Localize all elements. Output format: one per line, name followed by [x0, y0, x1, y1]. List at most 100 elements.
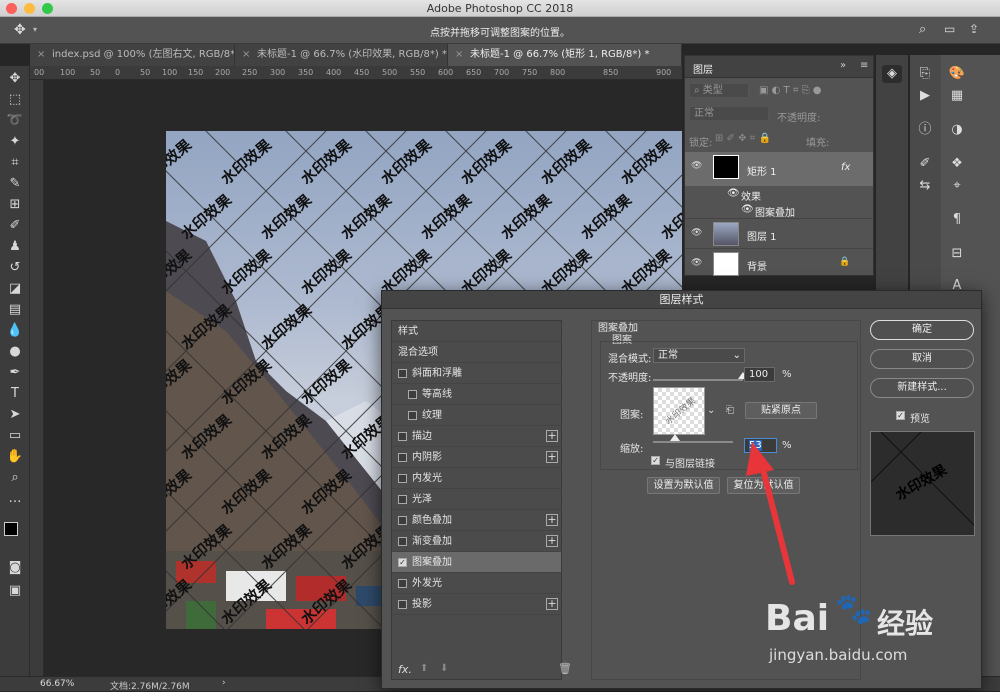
stamp-tool-icon[interactable]: ♟: [5, 238, 25, 256]
style-checkbox[interactable]: [408, 390, 417, 399]
info-icon[interactable]: ⓘ: [915, 121, 935, 139]
brush-presets-icon[interactable]: ⇆: [915, 177, 935, 195]
history-icon[interactable]: ⎘: [915, 65, 935, 83]
style-item[interactable]: 描边 +: [392, 426, 561, 447]
style-checkbox[interactable]: [398, 474, 407, 483]
opacity-slider-track[interactable]: [653, 379, 743, 381]
collapse-icon[interactable]: »: [840, 60, 846, 71]
visibility-eye-icon[interactable]: 👁: [691, 228, 702, 238]
healing-brush-icon[interactable]: ⊞: [5, 196, 25, 214]
more-tools-icon[interactable]: …: [5, 490, 25, 508]
move-up-icon[interactable]: ⬆: [420, 663, 428, 674]
style-item[interactable]: 等高线: [392, 384, 561, 405]
new-preset-icon[interactable]: ⎗: [726, 405, 734, 416]
effects-eye-icon[interactable]: 👁: [727, 188, 740, 199]
paragraph-icon[interactable]: ¶: [947, 211, 967, 229]
style-item[interactable]: 混合选项: [392, 342, 561, 363]
history-brush-icon[interactable]: ↺: [5, 259, 25, 277]
magic-wand-icon[interactable]: ✦: [5, 133, 25, 151]
style-item[interactable]: 内阴影 +: [392, 447, 561, 468]
adjustments-icon[interactable]: ◑: [947, 121, 967, 139]
style-item[interactable]: 颜色叠加 +: [392, 510, 561, 531]
link-with-layer-checkbox[interactable]: ✓: [651, 456, 660, 465]
brush-settings-icon[interactable]: ✐: [915, 155, 935, 173]
zoom-level[interactable]: 66.67%: [40, 679, 74, 689]
preview-checkbox[interactable]: ✓: [896, 411, 905, 420]
blend-mode-select[interactable]: 正常 ⌄: [653, 348, 745, 363]
visibility-eye-icon[interactable]: 👁: [691, 161, 702, 171]
fx-menu-icon[interactable]: fx.: [398, 663, 412, 676]
layer-filter-select[interactable]: ⌕ 类型: [689, 83, 749, 98]
style-item[interactable]: 内发光: [392, 468, 561, 489]
style-checkbox[interactable]: [408, 411, 417, 420]
add-style-icon[interactable]: +: [546, 451, 558, 463]
layer-effects-row[interactable]: 👁 效果: [685, 186, 873, 203]
layers-panel-title[interactable]: 图层: [693, 61, 713, 76]
fx-icon[interactable]: fx: [841, 162, 850, 173]
style-checkbox[interactable]: [398, 516, 407, 525]
dodge-tool-icon[interactable]: ●: [5, 343, 25, 361]
crop-tool-icon[interactable]: ⌗: [5, 154, 25, 172]
scale-input[interactable]: 53: [744, 438, 777, 453]
status-arrow-icon[interactable]: ›: [222, 678, 226, 688]
styles-icon[interactable]: ❖: [947, 155, 967, 173]
layer-blend-mode-select[interactable]: 正常: [689, 106, 769, 121]
eyedropper-icon[interactable]: ✎: [5, 175, 25, 193]
hand-tool-icon[interactable]: ✋: [5, 448, 25, 466]
ruler-vertical[interactable]: [30, 80, 44, 676]
pen-tool-icon[interactable]: ✒: [5, 364, 25, 382]
marquee-tool-icon[interactable]: ⬚: [5, 91, 25, 109]
close-icon[interactable]: ×: [242, 44, 250, 66]
add-style-icon[interactable]: +: [546, 598, 558, 610]
layers-panel-icon[interactable]: ◈: [882, 65, 902, 83]
search-icon[interactable]: ⌕: [919, 22, 926, 37]
pattern-eye-icon[interactable]: 👁: [741, 204, 754, 215]
eraser-tool-icon[interactable]: ◪: [5, 280, 25, 298]
visibility-eye-icon[interactable]: 👁: [691, 258, 702, 268]
layer-pattern-overlay-row[interactable]: 👁 图案叠加: [685, 202, 873, 219]
trash-icon[interactable]: 🗑: [558, 662, 572, 675]
lasso-tool-icon[interactable]: ➰: [5, 112, 25, 130]
filter-icons[interactable]: ▣ ◐ T ⌗ ⎘ ●: [759, 85, 822, 96]
quick-mask-icon[interactable]: ◙: [5, 559, 25, 577]
share-icon[interactable]: ⇪: [969, 22, 979, 36]
style-item[interactable]: 样式: [392, 321, 561, 342]
tab-index-psd[interactable]: × index.psd @ 100% (左图右文, RGB/8*): [30, 44, 235, 66]
style-checkbox[interactable]: [398, 537, 407, 546]
scale-slider-track[interactable]: [653, 441, 733, 443]
tab-rectangle[interactable]: × 未标题-1 @ 66.7% (矩形 1, RGB/8*) *: [448, 44, 682, 66]
glyphs-icon[interactable]: ⊟: [947, 245, 967, 263]
style-item[interactable]: ✓ 图案叠加: [392, 552, 561, 573]
rectangle-tool-icon[interactable]: ▭: [5, 427, 25, 445]
ok-button[interactable]: 确定: [870, 320, 974, 340]
foreground-color-swatch[interactable]: [4, 522, 18, 536]
scale-slider-knob[interactable]: [670, 434, 681, 441]
pattern-swatch[interactable]: 水印效果: [653, 387, 705, 435]
style-checkbox[interactable]: [398, 495, 407, 504]
screen-mode-icon[interactable]: ▣: [5, 582, 25, 600]
style-item[interactable]: 外发光: [392, 573, 561, 594]
style-item[interactable]: 斜面和浮雕: [392, 363, 561, 384]
style-checkbox[interactable]: [398, 600, 407, 609]
reset-default-button[interactable]: 复位为默认值: [727, 477, 800, 494]
move-tool-icon[interactable]: ✥: [5, 70, 25, 88]
type-tool-icon[interactable]: T: [5, 385, 25, 403]
panel-menu-icon[interactable]: ≡: [860, 60, 868, 71]
zoom-tool-icon[interactable]: ⌕: [5, 469, 25, 487]
style-checkbox[interactable]: [398, 579, 407, 588]
workspace-icon[interactable]: ▭: [944, 22, 955, 36]
style-item[interactable]: 纹理: [392, 405, 561, 426]
pattern-picker-chevron-icon[interactable]: ⌄: [707, 405, 715, 416]
layer-row-layer1[interactable]: 👁 图层 1: [685, 218, 873, 248]
path-select-icon[interactable]: ➤: [5, 406, 25, 424]
style-checkbox[interactable]: [398, 453, 407, 462]
opacity-input[interactable]: 100: [744, 367, 775, 382]
set-default-button[interactable]: 设置为默认值: [647, 477, 720, 494]
brush-tool-icon[interactable]: ✐: [5, 217, 25, 235]
layer-row-background[interactable]: 👁 背景 🔒: [685, 248, 873, 278]
close-icon[interactable]: ×: [37, 44, 45, 66]
color-palette-icon[interactable]: 🎨: [947, 65, 967, 83]
layer-row-rectangle[interactable]: 👁 矩形 1 fx: [685, 152, 873, 186]
tab-watermark[interactable]: × 未标题-1 @ 66.7% (水印效果, RGB/8*) *: [235, 44, 448, 66]
add-style-icon[interactable]: +: [546, 430, 558, 442]
